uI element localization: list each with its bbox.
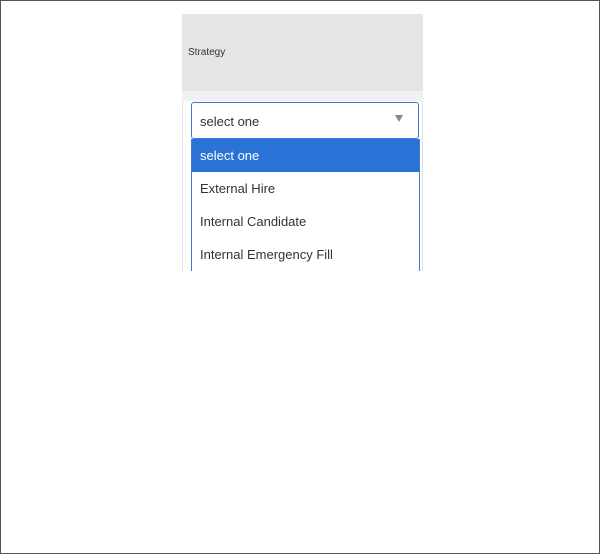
option-internal-candidate[interactable]: Internal Candidate	[192, 205, 419, 238]
dropdown-options-list: select one External Hire Internal Candid…	[191, 139, 420, 271]
option-internal-emergency-fill[interactable]: Internal Emergency Fill	[192, 238, 419, 271]
option-select-one[interactable]: select one	[192, 139, 419, 172]
strategy-label: Strategy	[188, 47, 226, 58]
screenshot-frame: Strategy select one select one External …	[0, 0, 600, 554]
panel-divider	[182, 91, 423, 101]
triangle-down-icon[interactable]	[395, 115, 403, 122]
field-header: Strategy	[182, 14, 423, 91]
option-external-hire[interactable]: External Hire	[192, 172, 419, 205]
strategy-select[interactable]: select one	[191, 102, 419, 139]
panel-left-border	[182, 101, 183, 271]
strategy-panel: Strategy select one select one External …	[182, 14, 423, 271]
select-current-value: select one	[200, 114, 260, 129]
panel-right-border	[422, 101, 423, 271]
